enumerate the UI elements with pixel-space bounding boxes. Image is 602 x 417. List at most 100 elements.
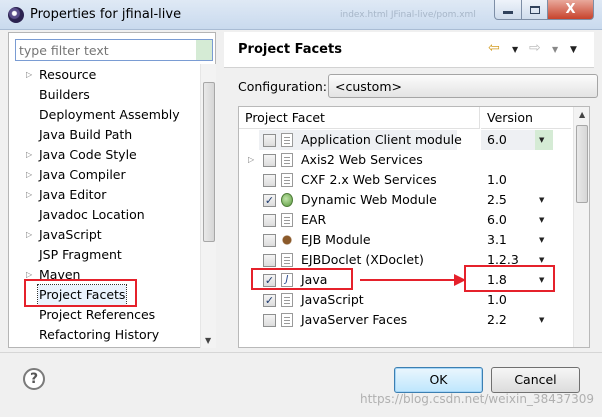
ok-button[interactable]: OK — [394, 367, 483, 393]
facet-row[interactable]: EJB Module 3.1 ▼ — [239, 230, 573, 250]
facet-version[interactable]: 3.1 — [487, 230, 507, 250]
expand-arrow-icon[interactable]: ▷ — [248, 150, 254, 170]
version-dropdown-icon[interactable]: ▼ — [539, 230, 544, 250]
nav-item[interactable]: Refactoring History — [9, 325, 199, 345]
nav-item[interactable]: ▷ Resource — [9, 65, 199, 85]
facet-checkbox[interactable]: ✓ — [263, 194, 276, 207]
facet-row[interactable]: Application Client module 6.0 ▼ — [239, 130, 573, 150]
minimize-button[interactable] — [494, 0, 522, 20]
nav-item[interactable]: Java Build Path — [9, 125, 199, 145]
globe-icon — [281, 193, 293, 207]
nav-item[interactable]: Javadoc Location — [9, 205, 199, 225]
column-header-version[interactable]: Version — [481, 107, 571, 129]
version-dropdown-icon[interactable]: ▼ — [539, 130, 544, 150]
nav-item-label: Java Code Style — [39, 147, 137, 162]
close-button[interactable]: X — [547, 0, 594, 20]
nav-item[interactable]: ▷ JavaScript — [9, 225, 199, 245]
page-icon — [281, 313, 293, 327]
column-header-facet[interactable]: Project Facet — [239, 107, 480, 129]
help-icon[interactable]: ? — [23, 368, 45, 390]
facet-name: CXF 2.x Web Services — [301, 172, 437, 187]
close-icon: X — [565, 2, 576, 17]
nav-item-label: Builders — [39, 87, 90, 102]
maximize-button[interactable] — [521, 0, 548, 20]
facet-checkbox[interactable] — [263, 234, 276, 247]
facet-version[interactable]: 2.5 — [487, 190, 507, 210]
nav-item-label: Java Editor — [39, 187, 107, 202]
scroll-down-icon[interactable]: ▼ — [205, 336, 211, 345]
version-dropdown-icon[interactable]: ▼ — [539, 190, 544, 210]
facet-checkbox[interactable]: ✓ — [263, 294, 276, 307]
page-icon — [281, 173, 293, 187]
nav-item[interactable]: JSP Fragment — [9, 245, 199, 265]
nav-item[interactable]: Project References — [9, 305, 199, 325]
facet-row[interactable]: ▷ Axis2 Web Services — [239, 150, 573, 170]
eclipse-icon — [8, 7, 24, 23]
facets-scroll-thumb[interactable] — [576, 125, 588, 203]
nav-item-label: Java Compiler — [39, 167, 126, 182]
expand-arrow-icon[interactable]: ▷ — [26, 165, 32, 185]
configuration-select[interactable]: <custom> — [328, 74, 598, 98]
facet-checkbox[interactable] — [263, 314, 276, 327]
version-dropdown-icon[interactable]: ▼ — [539, 310, 544, 330]
nav-item[interactable]: Deployment Assembly — [9, 105, 199, 125]
facet-checkbox[interactable] — [263, 174, 276, 187]
nav-scrollbar[interactable]: ▼ — [200, 64, 216, 348]
filter-clear-area — [196, 40, 212, 60]
annotation-arrow — [360, 279, 464, 281]
nav-item[interactable]: ▷ Java Compiler — [9, 165, 199, 185]
facet-name: EJBDoclet (XDoclet) — [301, 252, 424, 267]
title-bar: Properties for jfinal-live index.html JF… — [0, 0, 602, 30]
facet-version[interactable]: 6.0 — [487, 130, 507, 150]
version-dropdown-icon[interactable]: ▼ — [539, 210, 544, 230]
expand-arrow-icon[interactable]: ▷ — [26, 145, 32, 165]
facet-checkbox[interactable] — [263, 134, 276, 147]
filter-input[interactable] — [16, 40, 194, 60]
configuration-label: Configuration: — [238, 79, 327, 94]
page-icon — [281, 153, 293, 167]
facets-scrollbar[interactable]: ▲ — [573, 107, 589, 347]
facet-checkbox[interactable] — [263, 254, 276, 267]
nav-item[interactable]: ▷ Java Editor — [9, 185, 199, 205]
highlight-java-version — [464, 265, 555, 292]
highlight-java-facet — [251, 268, 353, 290]
facet-name: Dynamic Web Module — [301, 192, 437, 207]
forward-dropdown-icon[interactable]: ▼ — [552, 45, 558, 54]
filter-box — [15, 39, 213, 61]
back-arrow-icon[interactable]: ⇦ — [488, 40, 500, 56]
scroll-up-icon[interactable]: ▲ — [579, 110, 585, 119]
nav-item-label: Deployment Assembly — [39, 107, 180, 122]
nav-scroll-thumb[interactable] — [203, 82, 215, 242]
facet-row[interactable]: ✓ Dynamic Web Module 2.5 ▼ — [239, 190, 573, 210]
page-icon — [281, 293, 293, 307]
facet-version[interactable]: 2.2 — [487, 310, 507, 330]
project-facets-page: Project Facets ⇦ ▼ ⇨ ▼ ▼ Configuration: … — [224, 32, 598, 348]
back-dropdown-icon[interactable]: ▼ — [512, 45, 518, 54]
nav-item-label: Java Build Path — [39, 127, 133, 142]
expand-arrow-icon[interactable]: ▷ — [26, 185, 32, 205]
nav-item[interactable]: Run/Debug Settings — [9, 345, 199, 349]
facet-version[interactable]: 1.0 — [487, 290, 507, 310]
facet-checkbox[interactable] — [263, 154, 276, 167]
facet-row[interactable]: EAR 6.0 ▼ — [239, 210, 573, 230]
cancel-button[interactable]: Cancel — [491, 367, 580, 393]
nav-item-label: JavaScript — [39, 227, 102, 242]
facet-row[interactable]: JavaServer Faces 2.2 ▼ — [239, 310, 573, 330]
expand-arrow-icon[interactable]: ▷ — [26, 65, 32, 85]
facet-name: JavaServer Faces — [301, 312, 408, 327]
annotation-arrowhead — [454, 274, 466, 286]
nav-item[interactable]: ▷ Java Code Style — [9, 145, 199, 165]
nav-item-label: Resource — [39, 67, 97, 82]
maximize-icon — [529, 5, 540, 14]
forward-arrow-icon[interactable]: ⇨ — [529, 40, 541, 56]
nav-item[interactable]: Builders — [9, 85, 199, 105]
facet-row[interactable]: CXF 2.x Web Services 1.0 — [239, 170, 573, 190]
page-title: Project Facets — [238, 42, 342, 57]
view-menu-icon[interactable]: ▼ — [570, 45, 577, 55]
page-icon — [281, 253, 293, 267]
facet-version[interactable]: 6.0 — [487, 210, 507, 230]
facet-row[interactable]: ✓ JavaScript 1.0 — [239, 290, 573, 310]
facet-version[interactable]: 1.0 — [487, 170, 507, 190]
expand-arrow-icon[interactable]: ▷ — [26, 225, 32, 245]
facet-checkbox[interactable] — [263, 214, 276, 227]
